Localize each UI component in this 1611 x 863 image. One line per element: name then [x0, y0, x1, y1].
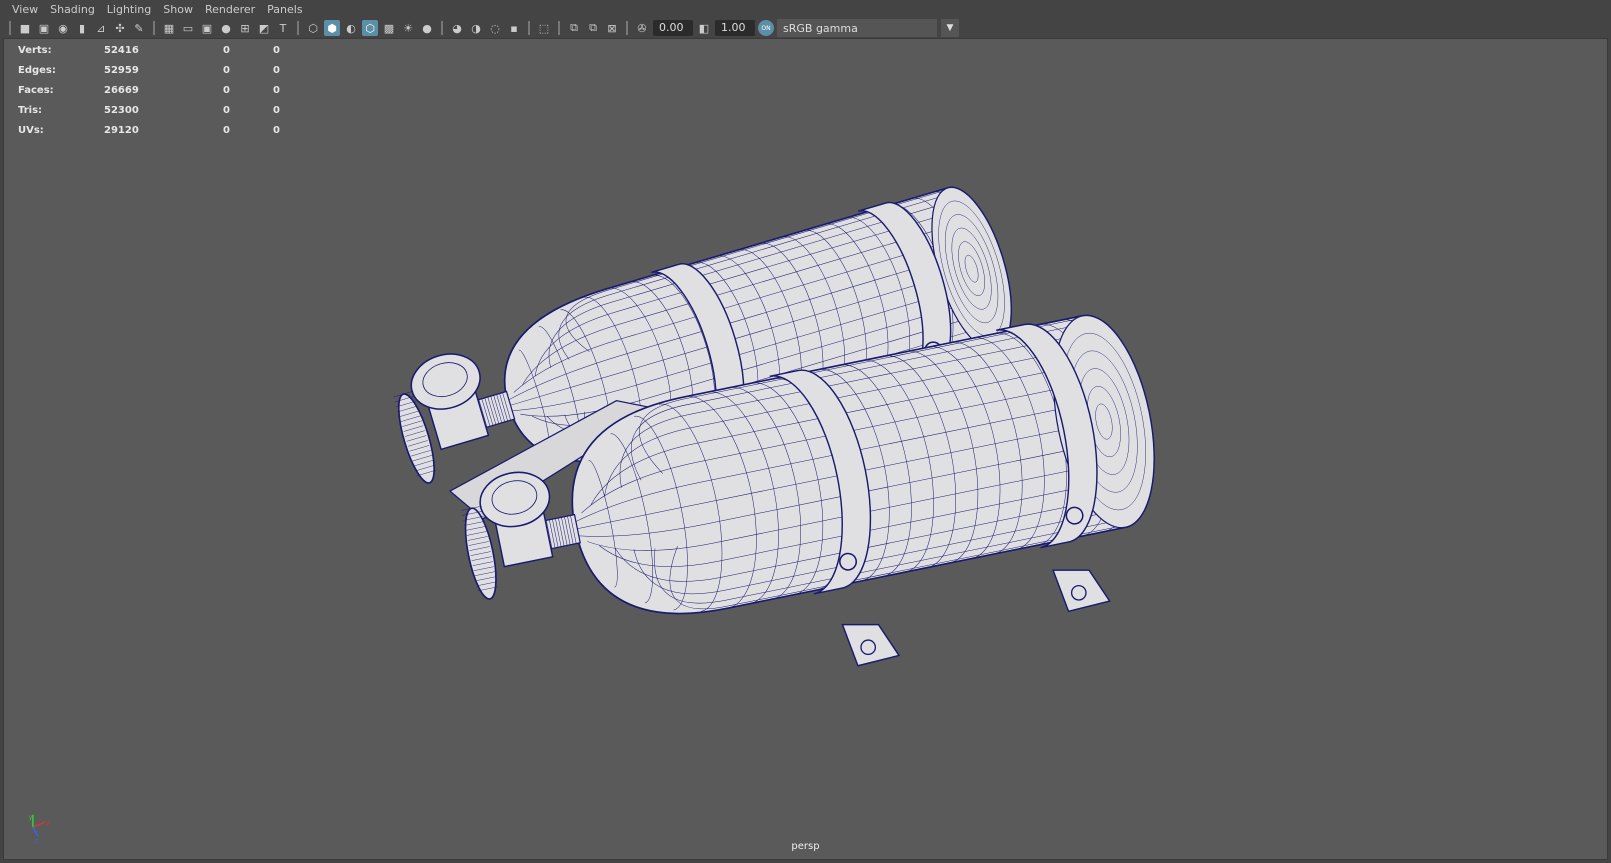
stat-v1: 52300 — [104, 104, 139, 116]
strap-foot — [841, 623, 901, 667]
stat-v3: 0 — [273, 84, 280, 96]
stat-label: Faces: — [18, 84, 54, 96]
stat-v1: 52416 — [104, 44, 139, 56]
axis-y-label: y — [29, 814, 33, 821]
stat-v2: 0 — [223, 124, 230, 136]
stat-label: Verts: — [18, 44, 52, 56]
camera-name-label: persp — [791, 841, 820, 852]
stat-row: Faces: 26669 0 0 — [18, 80, 280, 100]
heads-up-poly-count: Verts: 52416 0 0 Edges: 52959 0 0 Faces: 26669 0 0 T… — [18, 40, 280, 140]
stat-row: UVs: 29120 0 0 — [18, 120, 280, 140]
stat-v1: 26669 — [104, 84, 139, 96]
axis-gizmo: y x z — [29, 814, 50, 845]
stat-label: Tris: — [18, 104, 43, 116]
stat-row: Edges: 52959 0 0 — [18, 60, 280, 80]
stat-v2: 0 — [223, 44, 230, 56]
axis-x-label: x — [46, 820, 50, 827]
stat-v3: 0 — [273, 124, 280, 136]
stat-v1: 29120 — [104, 124, 139, 136]
stat-v1: 52959 — [104, 64, 139, 76]
stat-v2: 0 — [223, 104, 230, 116]
stat-v2: 0 — [223, 64, 230, 76]
stat-label: UVs: — [18, 124, 44, 136]
strap-foot — [1052, 569, 1111, 613]
stat-v2: 0 — [223, 84, 230, 96]
stat-v3: 0 — [273, 64, 280, 76]
stat-label: Edges: — [18, 64, 56, 76]
stat-v3: 0 — [273, 44, 280, 56]
stat-v3: 0 — [273, 104, 280, 116]
stat-row: Tris: 52300 0 0 — [18, 100, 280, 120]
stat-row: Verts: 52416 0 0 — [18, 40, 280, 60]
